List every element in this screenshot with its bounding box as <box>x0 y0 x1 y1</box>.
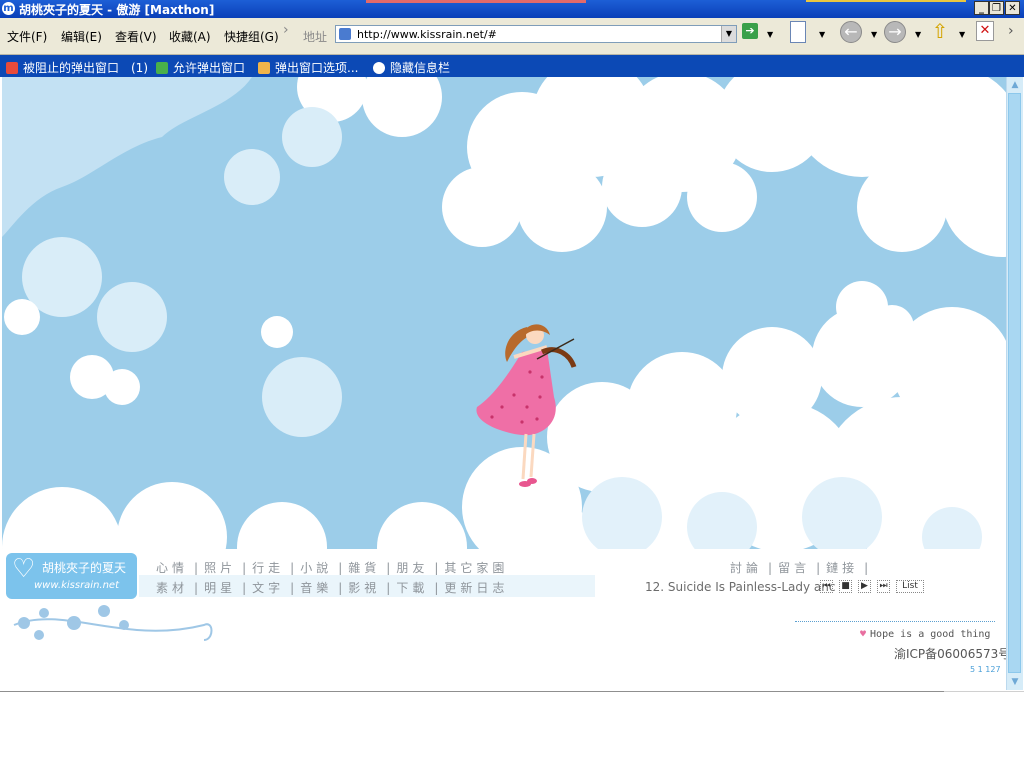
hide-infobar-label: 隐藏信息栏 <box>390 61 451 75</box>
visit-counter: 5 1 127 <box>970 665 1001 674</box>
nav-link-travel[interactable]: 行走 <box>252 561 284 575</box>
prev-track-icon[interactable]: ⏮ <box>820 580 833 593</box>
window-bottom-border-right <box>944 691 1024 692</box>
menu-toolbar: 文件(F) 编辑(E) 查看(V) 收藏(A) 快捷组(G) › 地址 http… <box>0 18 1024 55</box>
allow-popup-icon <box>156 62 168 74</box>
nav-link-friends[interactable]: 朋友 <box>396 561 428 575</box>
go-menu-chevron-down-icon[interactable]: ▼ <box>767 30 773 39</box>
blocked-popups-label: 被阻止的弹出窗口 (1) <box>23 61 148 75</box>
menu-edit[interactable]: 编辑(E) <box>61 28 102 45</box>
page-favicon-icon <box>339 28 351 40</box>
scroll-thumb[interactable] <box>1008 93 1021 673</box>
site-motto: ♥ Hope is a good thing <box>860 629 990 640</box>
menu-view[interactable]: 查看(V) <box>115 28 157 45</box>
popup-options-item[interactable]: 弹出窗口选项... <box>258 59 358 76</box>
web-page-viewport[interactable]: ♡ 胡桃夾子的夏天 www.kissrain.net 心情 | 照片 | 行走 | 小說 | 雜… <box>2 77 1006 690</box>
nav-link-materials[interactable]: 素材 <box>156 581 188 595</box>
blocked-popups-item[interactable]: 被阻止的弹出窗口 (1) <box>6 59 148 76</box>
maxthon-app-icon: m <box>2 2 15 15</box>
new-page-chevron-down-icon[interactable]: ▼ <box>819 30 825 39</box>
nav-link-stars[interactable]: 明星 <box>204 581 236 595</box>
footer-divider <box>795 621 995 622</box>
nav-link-music[interactable]: 音樂 <box>300 581 332 595</box>
window-titlebar[interactable]: m 胡桃夾子的夏天 - 傲游 [Maxthon] _ ❐ ✕ <box>0 0 1024 18</box>
popup-options-label: 弹出窗口选项... <box>275 61 359 75</box>
icp-license-link[interactable]: 渝ICP备06006573号 <box>894 645 1006 662</box>
address-label: 地址 <box>303 30 328 44</box>
site-logo[interactable]: ♡ 胡桃夾子的夏天 www.kissrain.net <box>6 553 137 599</box>
popup-options-icon <box>258 62 270 74</box>
menu-overflow-chevron-icon[interactable]: › <box>283 22 289 38</box>
allow-popups-label: 允许弹出窗口 <box>173 61 246 75</box>
menu-file[interactable]: 文件(F) <box>7 28 47 45</box>
menu-favorites[interactable]: 收藏(A) <box>169 28 211 45</box>
hide-infobar-item[interactable]: 隐藏信息栏 <box>373 59 450 76</box>
close-button[interactable]: ✕ <box>1005 1 1020 15</box>
accent-strip <box>366 0 586 3</box>
window-title: 胡桃夾子的夏天 - 傲游 [Maxthon] <box>19 3 215 17</box>
stop-icon[interactable]: ✕ <box>976 21 994 41</box>
site-motto-text: Hope is a good thing <box>870 629 991 640</box>
heart-icon: ♡ <box>12 554 36 584</box>
hide-infobar-icon <box>373 62 385 74</box>
vertical-scrollbar[interactable]: ▲ ▼ <box>1006 77 1023 690</box>
new-page-icon[interactable] <box>790 21 806 43</box>
nav-link-downloads[interactable]: 下載 <box>396 581 428 595</box>
nav-link-other[interactable]: 其它家園 <box>444 561 508 575</box>
scroll-up-arrow-icon[interactable]: ▲ <box>1008 78 1022 92</box>
nav-link-links[interactable]: 鏈接 <box>826 561 858 575</box>
nav-link-novels[interactable]: 小說 <box>300 561 332 575</box>
nav-link-guestbook[interactable]: 留言 <box>778 561 810 575</box>
window-bottom-border <box>0 691 944 692</box>
nav-link-changelog[interactable]: 更新日志 <box>444 581 508 595</box>
stop-track-icon[interactable]: ■ <box>839 580 852 593</box>
up-chevron-down-icon[interactable]: ▼ <box>959 30 965 39</box>
playlist-button[interactable]: List <box>896 580 924 593</box>
popup-infobar: 被阻止的弹出窗口 (1) 允许弹出窗口 弹出窗口选项... 隐藏信息栏 <box>0 55 1024 77</box>
address-url[interactable]: http://www.kissrain.net/# <box>357 28 497 41</box>
allow-popups-item[interactable]: 允许弹出窗口 <box>156 59 245 76</box>
forward-chevron-down-icon[interactable]: ▼ <box>915 30 921 39</box>
sky-banner <box>2 77 1006 549</box>
back-chevron-down-icon[interactable]: ▼ <box>871 30 877 39</box>
nav-link-mood[interactable]: 心情 <box>156 561 188 575</box>
nav-row-2: 素材 | 明星 | 文字 | 音樂 | 影視 | 下載 | 更新日志 <box>156 581 509 595</box>
floral-decoration <box>13 605 213 641</box>
nav-link-discuss[interactable]: 討論 <box>730 561 762 575</box>
scroll-down-arrow-icon[interactable]: ▼ <box>1008 675 1022 689</box>
heart-icon: ♥ <box>860 629 867 640</box>
site-logo-url: www.kissrain.net <box>34 580 120 591</box>
nav-link-film[interactable]: 影視 <box>348 581 380 595</box>
nav-link-writing[interactable]: 文字 <box>252 581 284 595</box>
blocked-popup-icon <box>6 62 18 74</box>
toolbar-overflow-chevron-icon[interactable]: › <box>1008 23 1014 39</box>
menu-groups[interactable]: 快捷组(G) <box>224 28 279 45</box>
address-bar[interactable]: http://www.kissrain.net/# ▼ <box>335 25 737 43</box>
restore-button[interactable]: ❐ <box>989 1 1004 15</box>
nav-link-photos[interactable]: 照片 <box>204 561 236 575</box>
nav-right: 討論 | 留言 | 鏈接 | <box>730 561 869 575</box>
site-logo-name: 胡桃夾子的夏天 <box>42 561 127 575</box>
nav-row-1: 心情 | 照片 | 行走 | 小說 | 雜貨 | 朋友 | 其它家園 <box>156 561 509 575</box>
back-icon[interactable]: ← <box>840 21 862 43</box>
accent-strip-yellow <box>806 0 966 2</box>
minimize-button[interactable]: _ <box>974 1 989 15</box>
up-level-icon[interactable]: ⇧ <box>930 20 950 42</box>
now-playing-title: 12. Suicide Is Painless-Lady anc <box>645 580 836 594</box>
nav-link-misc[interactable]: 雜貨 <box>348 561 380 575</box>
play-track-icon[interactable]: ▶ <box>858 580 871 593</box>
forward-icon[interactable]: → <box>884 21 906 43</box>
address-dropdown-icon[interactable]: ▼ <box>721 26 736 42</box>
go-icon[interactable]: ➔ <box>742 23 758 39</box>
next-track-icon[interactable]: ⏭ <box>877 580 890 593</box>
